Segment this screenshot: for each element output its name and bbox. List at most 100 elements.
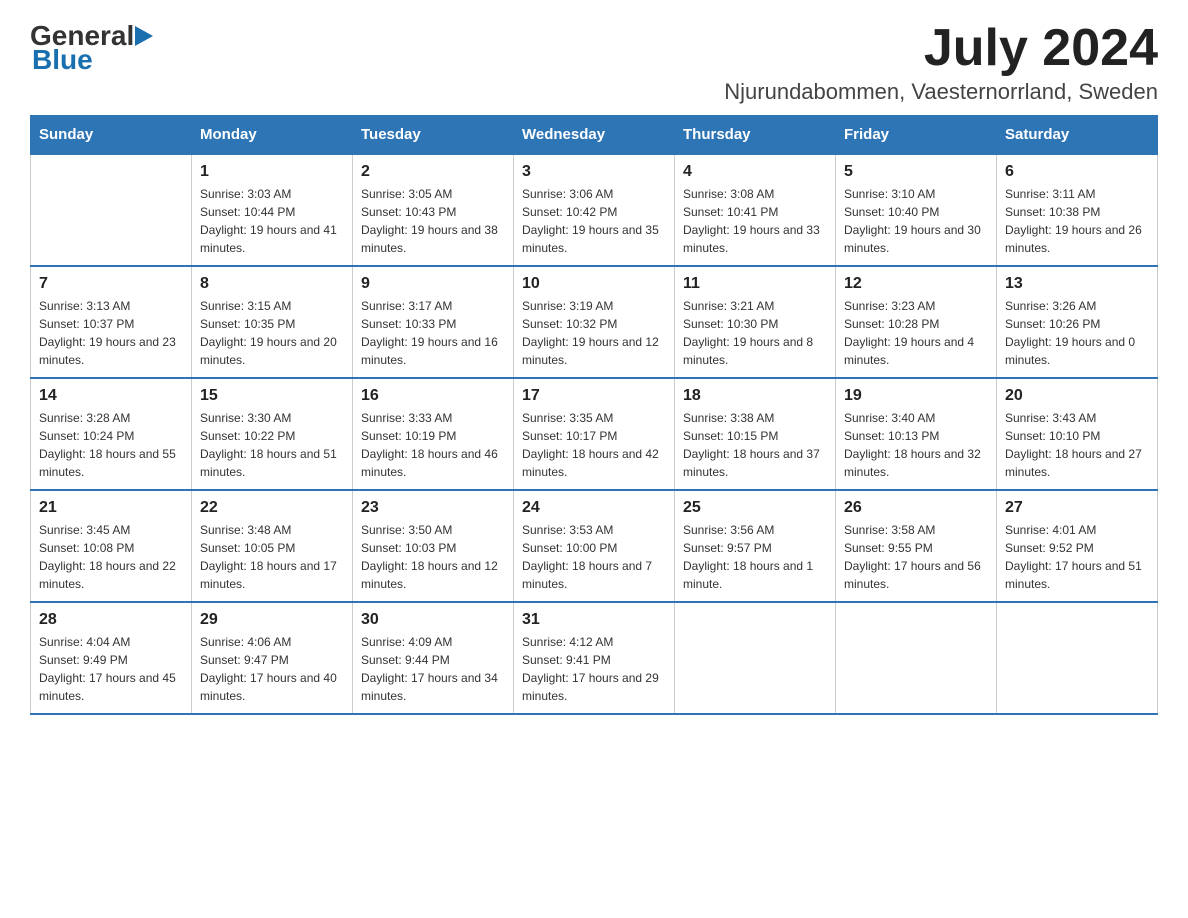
calendar-cell-w4-d7: 27Sunrise: 4:01 AMSunset: 9:52 PMDayligh… — [997, 490, 1158, 602]
day-info: Sunrise: 3:30 AMSunset: 10:22 PMDaylight… — [200, 409, 344, 481]
day-number: 19 — [844, 387, 988, 405]
day-info: Sunrise: 3:11 AMSunset: 10:38 PMDaylight… — [1005, 185, 1149, 257]
day-info: Sunrise: 3:17 AMSunset: 10:33 PMDaylight… — [361, 297, 505, 369]
calendar-cell-w3-d5: 18Sunrise: 3:38 AMSunset: 10:15 PMDaylig… — [675, 378, 836, 490]
day-info: Sunrise: 3:58 AMSunset: 9:55 PMDaylight:… — [844, 521, 988, 593]
calendar-cell-w3-d4: 17 Sunrise: 3:35 AMSunset: 10:17 PMDaylig… — [514, 378, 675, 490]
day-number: 4 — [683, 163, 827, 181]
day-info: Sunrise: 3:40 AMSunset: 10:13 PMDaylight… — [844, 409, 988, 481]
calendar-week-4: 21 Sunrise: 3:45 AMSunset: 10:08 PMDaylig… — [31, 490, 1158, 602]
title-area: July 2024 Njurundabommen, Vaesternorrlan… — [724, 20, 1158, 105]
day-number: 23 — [361, 499, 505, 517]
col-wednesday: Wednesday — [514, 116, 675, 155]
col-friday: Friday — [836, 116, 997, 155]
day-number: 9 — [361, 275, 505, 293]
day-number: 24 — [522, 499, 666, 517]
calendar-cell-w2-d1: 7 Sunrise: 3:13 AMSunset: 10:37 PMDayligh… — [31, 266, 192, 378]
calendar-cell-w3-d7: 20Sunrise: 3:43 AMSunset: 10:10 PMDaylig… — [997, 378, 1158, 490]
day-info: Sunrise: 4:09 AMSunset: 9:44 PMDaylight:… — [361, 633, 505, 705]
day-info: Sunrise: 3:03 AMSunset: 10:44 PMDaylight… — [200, 185, 344, 257]
calendar-cell-w4-d1: 21 Sunrise: 3:45 AMSunset: 10:08 PMDaylig… — [31, 490, 192, 602]
day-number: 31 — [522, 611, 666, 629]
day-number: 22 — [200, 499, 344, 517]
day-info: Sunrise: 4:04 AMSunset: 9:49 PMDaylight:… — [39, 633, 183, 705]
day-info: Sunrise: 3:35 AMSunset: 10:17 PMDaylight… — [522, 409, 666, 481]
location-subtitle: Njurundabommen, Vaesternorrland, Sweden — [724, 79, 1158, 105]
day-info: Sunrise: 3:56 AMSunset: 9:57 PMDaylight:… — [683, 521, 827, 593]
day-info: Sunrise: 3:48 AMSunset: 10:05 PMDaylight… — [200, 521, 344, 593]
calendar-cell-w4-d4: 24 Sunrise: 3:53 AMSunset: 10:00 PMDaylig… — [514, 490, 675, 602]
col-saturday: Saturday — [997, 116, 1158, 155]
day-info: Sunrise: 3:45 AMSunset: 10:08 PMDaylight… — [39, 521, 183, 593]
logo-blue-text: Blue — [32, 44, 93, 76]
calendar-cell-w1-d1 — [31, 154, 192, 266]
calendar-cell-w2-d7: 13 Sunrise: 3:26 AMSunset: 10:26 PMDaylig… — [997, 266, 1158, 378]
calendar-cell-w5-d3: 30 Sunrise: 4:09 AMSunset: 9:44 PMDayligh… — [353, 602, 514, 714]
calendar-week-2: 7 Sunrise: 3:13 AMSunset: 10:37 PMDayligh… — [31, 266, 1158, 378]
day-number: 16 — [361, 387, 505, 405]
calendar-cell-w3-d6: 19 Sunrise: 3:40 AMSunset: 10:13 PMDaylig… — [836, 378, 997, 490]
calendar-cell-w3-d1: 14 Sunrise: 3:28 AMSunset: 10:24 PMDaylig… — [31, 378, 192, 490]
day-number: 14 — [39, 387, 183, 405]
col-monday: Monday — [192, 116, 353, 155]
day-info: Sunrise: 4:01 AMSunset: 9:52 PMDaylight:… — [1005, 521, 1149, 593]
day-number: 8 — [200, 275, 344, 293]
calendar-cell-w1-d4: 3Sunrise: 3:06 AMSunset: 10:42 PMDayligh… — [514, 154, 675, 266]
day-number: 30 — [361, 611, 505, 629]
day-info: Sunrise: 4:06 AMSunset: 9:47 PMDaylight:… — [200, 633, 344, 705]
calendar-cell-w4-d3: 23Sunrise: 3:50 AMSunset: 10:03 PMDaylig… — [353, 490, 514, 602]
day-number: 25 — [683, 499, 827, 517]
day-number: 29 — [200, 611, 344, 629]
calendar-cell-w3-d3: 16Sunrise: 3:33 AMSunset: 10:19 PMDaylig… — [353, 378, 514, 490]
day-info: Sunrise: 3:15 AMSunset: 10:35 PMDaylight… — [200, 297, 344, 369]
calendar-header-row: Sunday Monday Tuesday Wednesday Thursday… — [31, 116, 1158, 155]
day-number: 12 — [844, 275, 988, 293]
calendar-cell-w1-d6: 5Sunrise: 3:10 AMSunset: 10:40 PMDayligh… — [836, 154, 997, 266]
calendar-cell-w2-d6: 12Sunrise: 3:23 AMSunset: 10:28 PMDaylig… — [836, 266, 997, 378]
calendar-cell-w1-d3: 2Sunrise: 3:05 AMSunset: 10:43 PMDayligh… — [353, 154, 514, 266]
day-info: Sunrise: 3:28 AMSunset: 10:24 PMDaylight… — [39, 409, 183, 481]
day-number: 5 — [844, 163, 988, 181]
day-number: 28 — [39, 611, 183, 629]
calendar-week-3: 14 Sunrise: 3:28 AMSunset: 10:24 PMDaylig… — [31, 378, 1158, 490]
day-number: 15 — [200, 387, 344, 405]
day-number: 11 — [683, 275, 827, 293]
logo-arrow-icon — [135, 22, 157, 50]
day-number: 1 — [200, 163, 344, 181]
day-number: 21 — [39, 499, 183, 517]
logo: General Blue — [30, 20, 158, 76]
day-number: 17 — [522, 387, 666, 405]
day-info: Sunrise: 3:13 AMSunset: 10:37 PMDaylight… — [39, 297, 183, 369]
day-info: Sunrise: 3:06 AMSunset: 10:42 PMDaylight… — [522, 185, 666, 257]
calendar-cell-w5-d2: 29 Sunrise: 4:06 AMSunset: 9:47 PMDayligh… — [192, 602, 353, 714]
day-number: 13 — [1005, 275, 1149, 293]
calendar-cell-w4-d6: 26 Sunrise: 3:58 AMSunset: 9:55 PMDayligh… — [836, 490, 997, 602]
day-info: Sunrise: 3:21 AMSunset: 10:30 PMDaylight… — [683, 297, 827, 369]
calendar-cell-w2-d5: 11 Sunrise: 3:21 AMSunset: 10:30 PMDaylig… — [675, 266, 836, 378]
day-number: 26 — [844, 499, 988, 517]
calendar-cell-w5-d7 — [997, 602, 1158, 714]
calendar-table: Sunday Monday Tuesday Wednesday Thursday… — [30, 115, 1158, 715]
calendar-cell-w5-d1: 28 Sunrise: 4:04 AMSunset: 9:49 PMDayligh… — [31, 602, 192, 714]
calendar-cell-w5-d4: 31Sunrise: 4:12 AMSunset: 9:41 PMDayligh… — [514, 602, 675, 714]
day-info: Sunrise: 3:05 AMSunset: 10:43 PMDaylight… — [361, 185, 505, 257]
calendar-cell-w5-d6 — [836, 602, 997, 714]
calendar-cell-w2-d2: 8 Sunrise: 3:15 AMSunset: 10:35 PMDayligh… — [192, 266, 353, 378]
calendar-cell-w3-d2: 15 Sunrise: 3:30 AMSunset: 10:22 PMDaylig… — [192, 378, 353, 490]
calendar-week-1: 1 Sunrise: 3:03 AMSunset: 10:44 PMDayligh… — [31, 154, 1158, 266]
day-number: 7 — [39, 275, 183, 293]
day-info: Sunrise: 3:08 AMSunset: 10:41 PMDaylight… — [683, 185, 827, 257]
calendar-cell-w5-d5 — [675, 602, 836, 714]
month-year-title: July 2024 — [724, 20, 1158, 77]
day-info: Sunrise: 3:19 AMSunset: 10:32 PMDaylight… — [522, 297, 666, 369]
calendar-cell-w2-d3: 9 Sunrise: 3:17 AMSunset: 10:33 PMDayligh… — [353, 266, 514, 378]
day-number: 20 — [1005, 387, 1149, 405]
col-sunday: Sunday — [31, 116, 192, 155]
calendar-cell-w2-d4: 10Sunrise: 3:19 AMSunset: 10:32 PMDaylig… — [514, 266, 675, 378]
calendar-cell-w4-d2: 22 Sunrise: 3:48 AMSunset: 10:05 PMDaylig… — [192, 490, 353, 602]
calendar-cell-w1-d5: 4 Sunrise: 3:08 AMSunset: 10:41 PMDayligh… — [675, 154, 836, 266]
day-info: Sunrise: 3:26 AMSunset: 10:26 PMDaylight… — [1005, 297, 1149, 369]
calendar-cell-w4-d5: 25 Sunrise: 3:56 AMSunset: 9:57 PMDayligh… — [675, 490, 836, 602]
day-info: Sunrise: 3:53 AMSunset: 10:00 PMDaylight… — [522, 521, 666, 593]
day-number: 18 — [683, 387, 827, 405]
